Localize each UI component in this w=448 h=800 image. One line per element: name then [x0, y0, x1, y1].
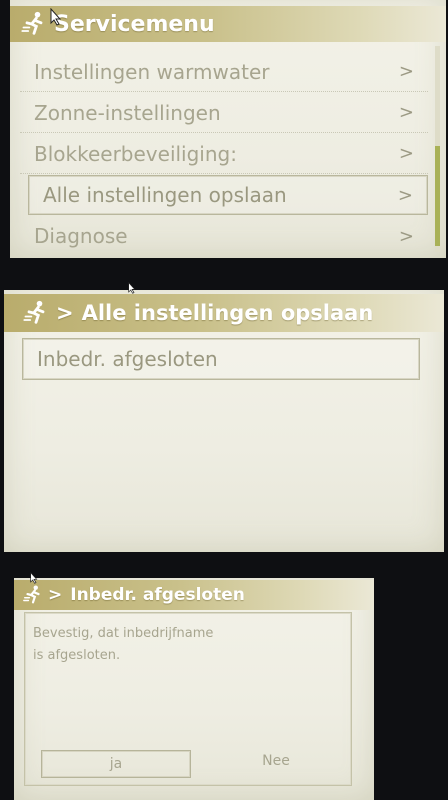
title-bar: > Inbedr. afgesloten	[14, 580, 374, 610]
title-bar: Servicemenu	[10, 6, 446, 42]
menu-item-warmwater[interactable]: Instellingen warmwater >	[20, 52, 428, 92]
breadcrumb-chevron: >	[56, 301, 74, 325]
page-title: Inbedr. afgesloten	[70, 585, 245, 605]
mouse-pointer-icon	[30, 572, 38, 584]
menu-item-inbedr[interactable]: Inbedr. afgesloten	[22, 338, 420, 380]
screen-servicemenu: Servicemenu Instellingen warmwater > Zon…	[10, 0, 446, 258]
mouse-pointer-icon	[50, 8, 62, 26]
dialog-message: Bevestig, dat inbedrijfname is afgeslote…	[33, 623, 213, 667]
menu-item-label: Zonne-instellingen	[34, 100, 221, 125]
message-line: Bevestig, dat inbedrijfname	[33, 626, 214, 641]
title-bar: > Alle instellingen opslaan	[4, 294, 444, 332]
menu-item-opslaan[interactable]: Alle instellingen opslaan >	[28, 175, 428, 215]
scroll-thumb[interactable]	[435, 146, 440, 246]
yes-button[interactable]: ja	[41, 750, 191, 778]
dialog-box: Bevestig, dat inbedrijfname is afgeslote…	[24, 612, 352, 786]
service-runner-icon	[22, 299, 50, 327]
menu-item-diagnose[interactable]: Diagnose >	[20, 216, 428, 256]
chevron-right-icon: >	[398, 225, 414, 247]
message-line: is afgesloten.	[33, 648, 121, 663]
menu-item-label: Inbedr. afgesloten	[37, 347, 218, 371]
menu-item-label: Diagnose	[34, 224, 128, 248]
chevron-right-icon: >	[398, 143, 414, 164]
page-title: Alle instellingen opslaan	[81, 301, 374, 325]
breadcrumb-chevron: >	[48, 585, 63, 605]
chevron-right-icon: >	[397, 184, 413, 206]
yes-button-label: ja	[109, 756, 123, 772]
chevron-right-icon: >	[398, 102, 414, 123]
no-button-label: Nee	[262, 753, 290, 769]
menu-item-label: Alle instellingen opslaan	[43, 183, 287, 207]
menu-item-blokkeer[interactable]: Blokkeerbeveiliging: >	[20, 134, 428, 174]
scrollbar[interactable]	[435, 46, 440, 252]
menu-item-label: Blokkeerbeveiliging:	[34, 141, 237, 166]
menu-item-zonne[interactable]: Zonne-instellingen >	[20, 93, 428, 133]
screen-bevestig: > Inbedr. afgesloten Bevestig, dat inbed…	[14, 578, 374, 800]
service-runner-icon	[20, 10, 48, 38]
chevron-right-icon: >	[398, 61, 414, 82]
menu-item-label: Instellingen warmwater	[34, 59, 270, 84]
page-title: Servicemenu	[54, 11, 215, 37]
mouse-pointer-icon	[128, 282, 136, 294]
service-runner-icon	[22, 584, 44, 606]
screen-opslaan: > Alle instellingen opslaan Inbedr. afge…	[4, 290, 444, 552]
no-button[interactable]: Nee	[221, 747, 331, 775]
